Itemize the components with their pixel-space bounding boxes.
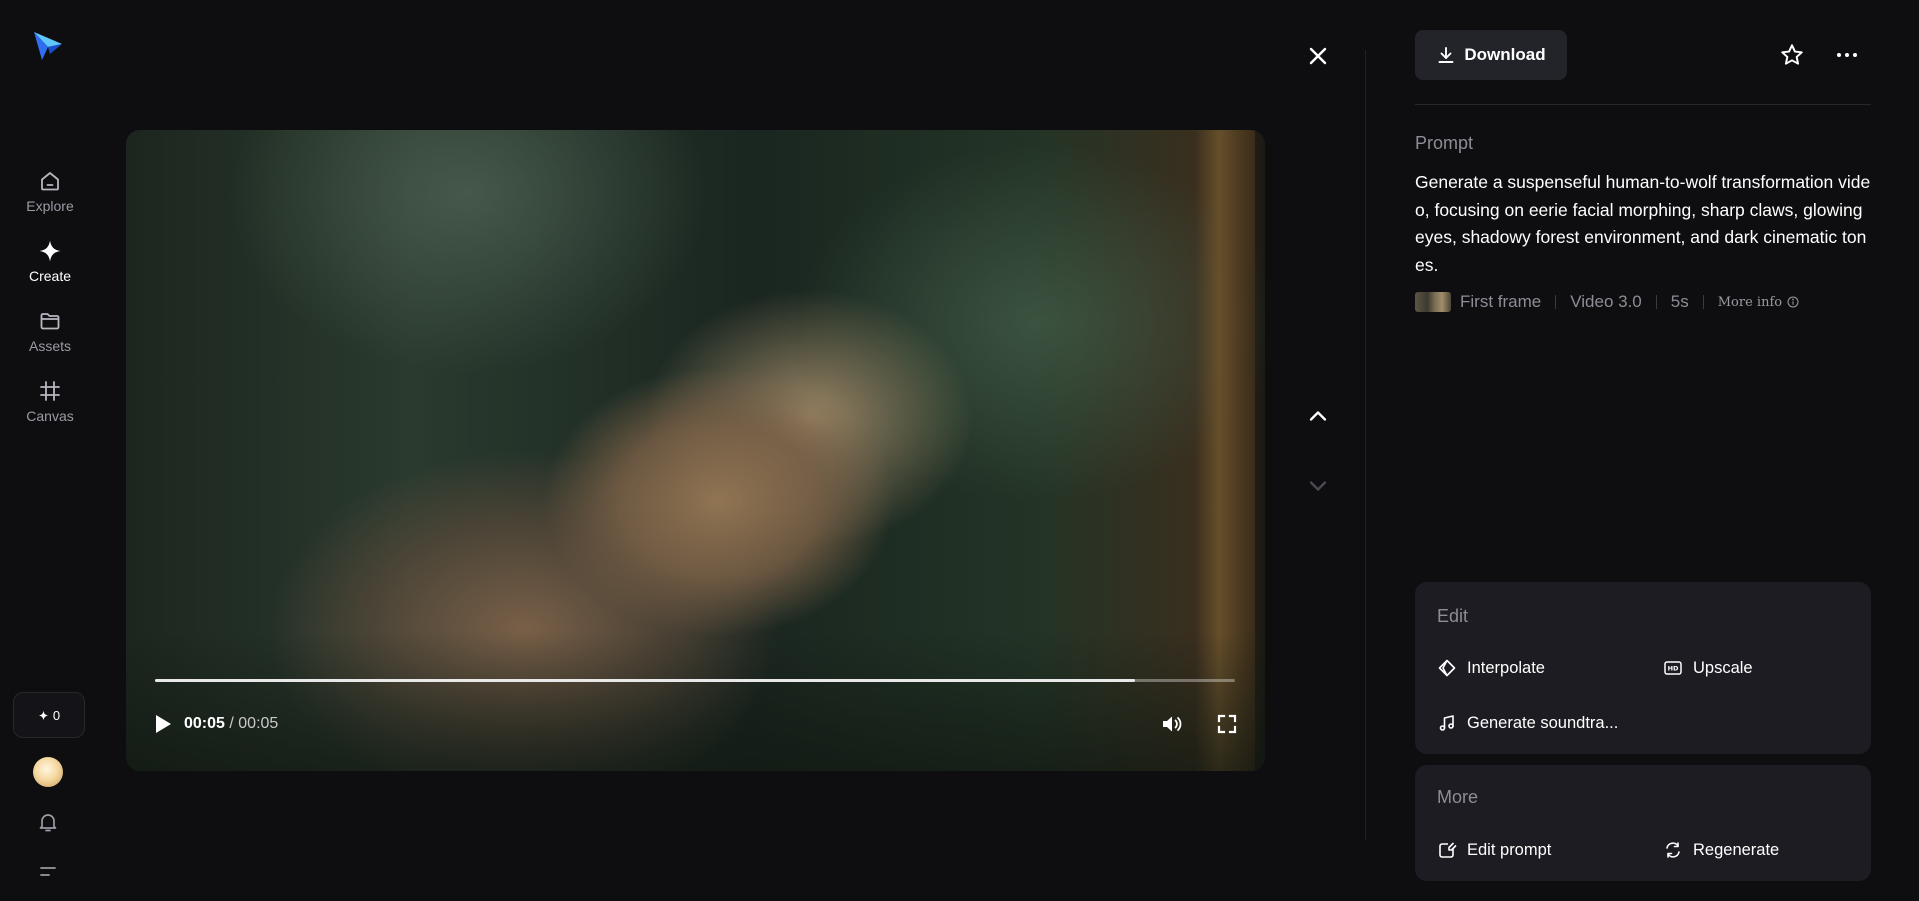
current-time: 00:05 (184, 715, 225, 732)
edit-prompt-button[interactable]: Edit prompt (1437, 840, 1551, 860)
download-icon (1438, 47, 1454, 63)
music-note-icon (1437, 713, 1457, 733)
avatar[interactable] (33, 757, 63, 787)
chevron-up-icon[interactable] (1304, 402, 1332, 430)
fullscreen-icon[interactable] (1216, 713, 1238, 735)
sparkle-icon (37, 238, 63, 264)
total-time: 00:05 (238, 715, 279, 732)
more-card: More Edit prompt Regenerate (1415, 765, 1871, 881)
regenerate-label: Regenerate (1693, 840, 1780, 859)
sparkle-icon (38, 710, 49, 720)
sidebar-item-label: Explore (26, 198, 74, 214)
sidebar-item-label: Assets (28, 338, 71, 354)
panel-divider (1365, 50, 1366, 840)
first-frame-label: First frame (1460, 292, 1542, 311)
more-heading: More (1437, 787, 1479, 807)
sidebar-item-create[interactable]: Create (0, 238, 100, 298)
video-progress-bar[interactable] (155, 679, 1235, 682)
meta-separator (1655, 295, 1657, 309)
generation-meta: First frame Video 3.0 5s More info (1415, 290, 1799, 314)
volume-icon[interactable] (1160, 712, 1184, 736)
sidebar-item-label: Create (28, 268, 72, 284)
meta-separator (1555, 295, 1557, 309)
edit-prompt-label: Edit prompt (1467, 840, 1552, 859)
generate-soundtrack-label: Generate soundtra... (1467, 713, 1619, 732)
credits-count: 0 (52, 707, 61, 723)
generate-soundtrack-button[interactable]: Generate soundtra... (1437, 713, 1618, 733)
more-info-link[interactable]: More info (1718, 295, 1799, 310)
sidebar-item-label: Canvas (26, 408, 74, 424)
edit-prompt-icon (1437, 840, 1457, 860)
bell-icon[interactable] (36, 810, 60, 834)
video-player[interactable]: 00:05 / 00:05 (126, 130, 1265, 771)
interpolate-icon (1437, 658, 1457, 678)
time-display: 00:05 / 00:05 (184, 715, 278, 733)
more-options-icon[interactable] (1834, 42, 1860, 68)
meta-separator (1702, 295, 1704, 309)
upscale-label: Upscale (1693, 658, 1753, 677)
svg-text:HD: HD (1668, 665, 1679, 673)
sidebar: Explore Create Assets Canvas 0 (0, 0, 100, 901)
edit-card: Edit Interpolate HD Upscale Generate sou… (1415, 582, 1871, 754)
header-divider (1415, 104, 1871, 105)
sidebar-item-assets[interactable]: Assets (0, 308, 100, 368)
duration-label: 5s (1670, 292, 1689, 311)
download-button[interactable]: Download (1415, 30, 1567, 80)
interpolate-label: Interpolate (1467, 658, 1545, 677)
folder-icon (37, 308, 63, 334)
play-icon[interactable] (152, 713, 174, 735)
first-frame-thumbnail[interactable] (1415, 292, 1451, 312)
menu-icon[interactable] (36, 860, 60, 884)
chevron-down-icon[interactable] (1304, 472, 1332, 500)
home-icon (37, 168, 63, 194)
upscale-button[interactable]: HD Upscale (1663, 658, 1753, 678)
sidebar-item-explore[interactable]: Explore (0, 168, 100, 228)
app-logo-icon[interactable] (30, 28, 66, 64)
edit-heading: Edit (1437, 606, 1469, 626)
crop-icon (37, 378, 63, 404)
model-label: Video 3.0 (1570, 292, 1642, 311)
video-shade (126, 631, 1265, 771)
prompt-text: Generate a suspenseful human-to-wolf tra… (1415, 172, 1871, 275)
star-icon[interactable] (1779, 42, 1805, 68)
close-icon[interactable] (1304, 42, 1332, 70)
sidebar-item-canvas[interactable]: Canvas (0, 378, 100, 438)
prompt-heading: Prompt (1415, 133, 1474, 153)
info-icon (1787, 296, 1799, 308)
hd-icon: HD (1663, 658, 1683, 678)
more-info-label: More info (1717, 294, 1783, 310)
regenerate-icon (1663, 840, 1683, 860)
interpolate-button[interactable]: Interpolate (1437, 658, 1545, 678)
video-progress-fill (155, 679, 1135, 682)
regenerate-button[interactable]: Regenerate (1663, 840, 1779, 860)
credits-badge[interactable]: 0 (13, 692, 85, 738)
download-label: Download (1464, 45, 1546, 64)
time-separator: / (229, 715, 234, 732)
